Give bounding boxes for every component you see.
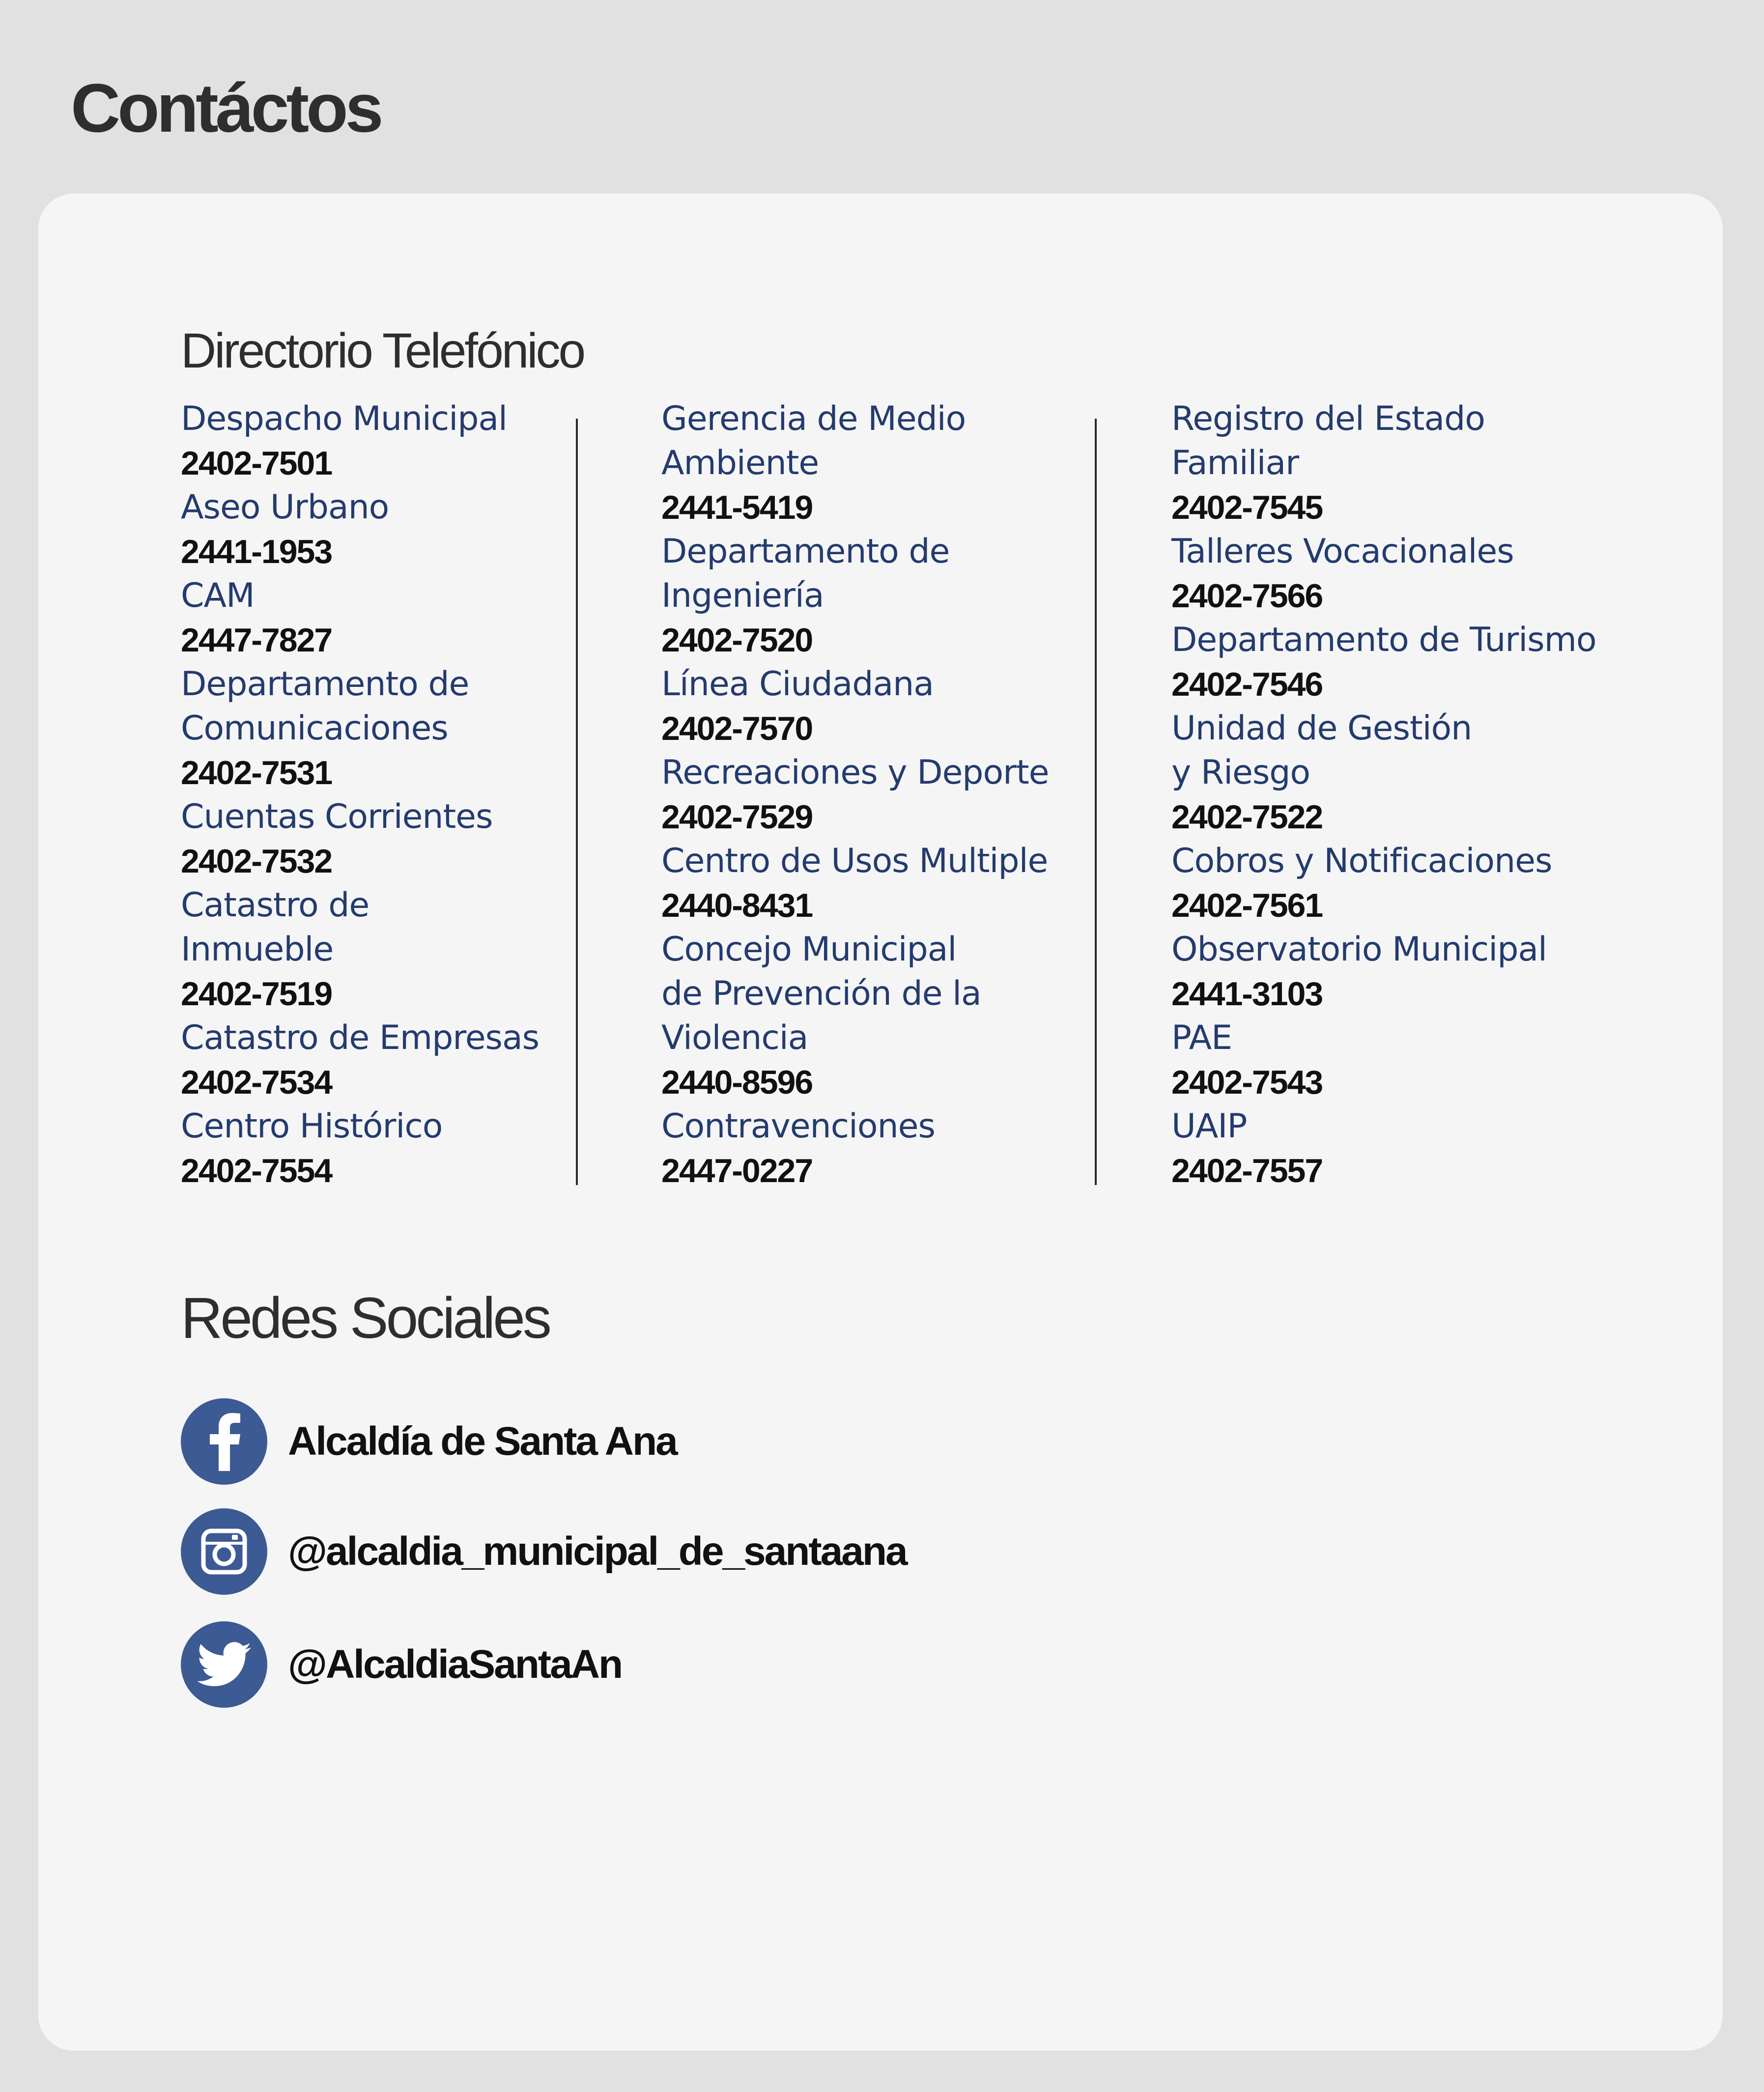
directory-entry: PAE 2402-7543 (1171, 1016, 1653, 1104)
directory-entry-name: Despacho Municipal (181, 399, 508, 438)
directory-entry-phone[interactable]: 2402-7570 (661, 707, 1094, 751)
directory-entry: Gerencia de Medio Ambiente 2441-5419 (661, 397, 1094, 530)
directory-entry-phone[interactable]: 2402-7561 (1171, 883, 1653, 928)
directory-entry-name: Contravenciones (661, 1107, 936, 1146)
directory-entry: Departamento de Turismo 2402-7546 (1171, 618, 1653, 707)
directory-entry: Catastro de Empresas 2402-7534 (181, 1016, 584, 1104)
directory-entry-name: UAIP (1171, 1107, 1247, 1146)
directory-entry: Recreaciones y Deporte 2402-7529 (661, 751, 1094, 839)
directory-entry-phone[interactable]: 2402-7529 (661, 795, 1094, 839)
directory-entry-name: Observatorio Municipal (1171, 930, 1547, 969)
page-title: Contáctos (71, 69, 383, 146)
contacts-page: Contáctos Directorio Telefónico Despacho… (0, 0, 1764, 2092)
directory-entry-name: Departamento de Ingeniería (661, 532, 950, 615)
directory-entry-phone[interactable]: 2447-7827 (181, 618, 584, 662)
directory-entry: Cuentas Corrientes 2402-7532 (181, 795, 584, 883)
directory-entry: Departamento de Comunicaciones 2402-7531 (181, 662, 584, 795)
directory-entry-name: Centro de Usos Multiple (661, 842, 1048, 880)
directory-entry: Cobros y Notificaciones 2402-7561 (1171, 839, 1653, 928)
directory-entry-phone[interactable]: 2402-7566 (1171, 574, 1653, 618)
directory-entry-phone[interactable]: 2441-3103 (1171, 972, 1653, 1016)
directory-entry-name: Cuentas Corrientes (181, 797, 493, 836)
directory-entry: Departamento de Ingeniería 2402-7520 (661, 530, 1094, 662)
twitter-icon[interactable] (181, 1621, 267, 1708)
directory-entry-phone[interactable]: 2447-0227 (661, 1149, 1094, 1193)
directory-entry-phone[interactable]: 2402-7531 (181, 751, 584, 795)
directory-entry: Centro Histórico 2402-7554 (181, 1104, 584, 1193)
directory-entry: Línea Ciudadana 2402-7570 (661, 662, 1094, 751)
facebook-link[interactable]: Alcaldía de Santa Ana (181, 1398, 678, 1485)
twitter-label[interactable]: @AlcaldiaSantaAn (288, 1644, 623, 1685)
directory-entry: CAM 2447-7827 (181, 574, 584, 662)
directory-entry-phone[interactable]: 2441-1953 (181, 530, 584, 574)
social-title: Redes Sociales (181, 1286, 552, 1351)
directory-entry: Talleres Vocacionales 2402-7566 (1171, 530, 1653, 618)
directory-entry-name: Recreaciones y Deporte (661, 753, 1050, 792)
directory-entry-phone[interactable]: 2402-7520 (661, 618, 1094, 662)
directory-entry-name: Catastro de Inmueble (181, 886, 370, 969)
directory-column-2: Gerencia de Medio Ambiente 2441-5419 Depar… (661, 397, 1094, 1193)
directory-entry-name: Departamento de Turismo (1171, 621, 1596, 659)
directory-entry-name: Línea Ciudadana (661, 665, 934, 704)
twitter-link[interactable]: @AlcaldiaSantaAn (181, 1621, 623, 1708)
directory-entry-phone[interactable]: 2402-7543 (1171, 1060, 1653, 1104)
directory-entry-phone[interactable]: 2402-7534 (181, 1060, 584, 1104)
directory-entry-name: Cobros y Notificaciones (1171, 842, 1552, 880)
column-divider (576, 419, 578, 1185)
directory-entry-phone[interactable]: 2402-7557 (1171, 1149, 1653, 1193)
directory-entry-phone[interactable]: 2402-7501 (181, 441, 584, 485)
column-divider (1095, 419, 1097, 1185)
directory-entry-name: CAM (181, 576, 255, 615)
instagram-label[interactable]: @alcaldia_municipal_de_santaana (288, 1531, 908, 1572)
directory-entry-name: Registro del Estado Familiar (1171, 399, 1485, 482)
directory-entry-phone[interactable]: 2402-7546 (1171, 662, 1653, 707)
instagram-icon[interactable] (181, 1508, 267, 1595)
directory-entry-name: Aseo Urbano (181, 488, 389, 527)
directory-entry-phone[interactable]: 2402-7554 (181, 1149, 584, 1193)
directory-entry-phone[interactable]: 2402-7522 (1171, 795, 1653, 839)
directory-entry: Registro del Estado Familiar 2402-7545 (1171, 397, 1653, 530)
directory-entry: UAIP 2402-7557 (1171, 1104, 1653, 1193)
directory-title: Directorio Telefónico (181, 323, 586, 378)
directory-entry: Aseo Urbano 2441-1953 (181, 485, 584, 574)
directory-entry-phone[interactable]: 2402-7519 (181, 972, 584, 1016)
directory-entry-name: Concejo Municipal de Prevención de la Vi… (661, 930, 982, 1057)
directory-entry-phone[interactable]: 2440-8596 (661, 1060, 1094, 1104)
directory-entry-name: Departamento de Comunicaciones (181, 665, 469, 748)
directory-entry-name: Catastro de Empresas (181, 1018, 540, 1057)
directory-column-1: Despacho Municipal 2402-7501 Aseo Urbano 24… (181, 397, 584, 1193)
directory-entry-phone[interactable]: 2402-7545 (1171, 485, 1653, 530)
instagram-link[interactable]: @alcaldia_municipal_de_santaana (181, 1508, 908, 1595)
directory-entry: Concejo Municipal de Prevención de la Vi… (661, 928, 1094, 1104)
directory-entry-name: Unidad de Gestión y Riesgo (1171, 709, 1472, 792)
directory-entry: Catastro de Inmueble 2402-7519 (181, 883, 584, 1016)
directory-entry-name: Gerencia de Medio Ambiente (661, 399, 966, 482)
contacts-card: Directorio Telefónico Despacho Municipal… (38, 194, 1723, 2051)
directory-entry-name: Centro Histórico (181, 1107, 443, 1146)
directory-entry: Despacho Municipal 2402-7501 (181, 397, 584, 485)
directory-entry: Centro de Usos Multiple 2440-8431 (661, 839, 1094, 928)
directory-entry-phone[interactable]: 2441-5419 (661, 485, 1094, 530)
directory-entry-phone[interactable]: 2402-7532 (181, 839, 584, 883)
directory-entry: Contravenciones 2447-0227 (661, 1104, 1094, 1193)
directory-entry: Unidad de Gestión y Riesgo 2402-7522 (1171, 707, 1653, 839)
directory-column-3: Registro del Estado Familiar 2402-7545 Tal… (1171, 397, 1653, 1193)
facebook-label[interactable]: Alcaldía de Santa Ana (288, 1421, 678, 1462)
facebook-icon[interactable] (181, 1398, 267, 1485)
directory-entry-name: Talleres Vocacionales (1171, 532, 1514, 571)
directory-entry: Observatorio Municipal 2441-3103 (1171, 928, 1653, 1016)
directory-entry-name: PAE (1171, 1018, 1232, 1057)
directory-entry-phone[interactable]: 2440-8431 (661, 883, 1094, 928)
